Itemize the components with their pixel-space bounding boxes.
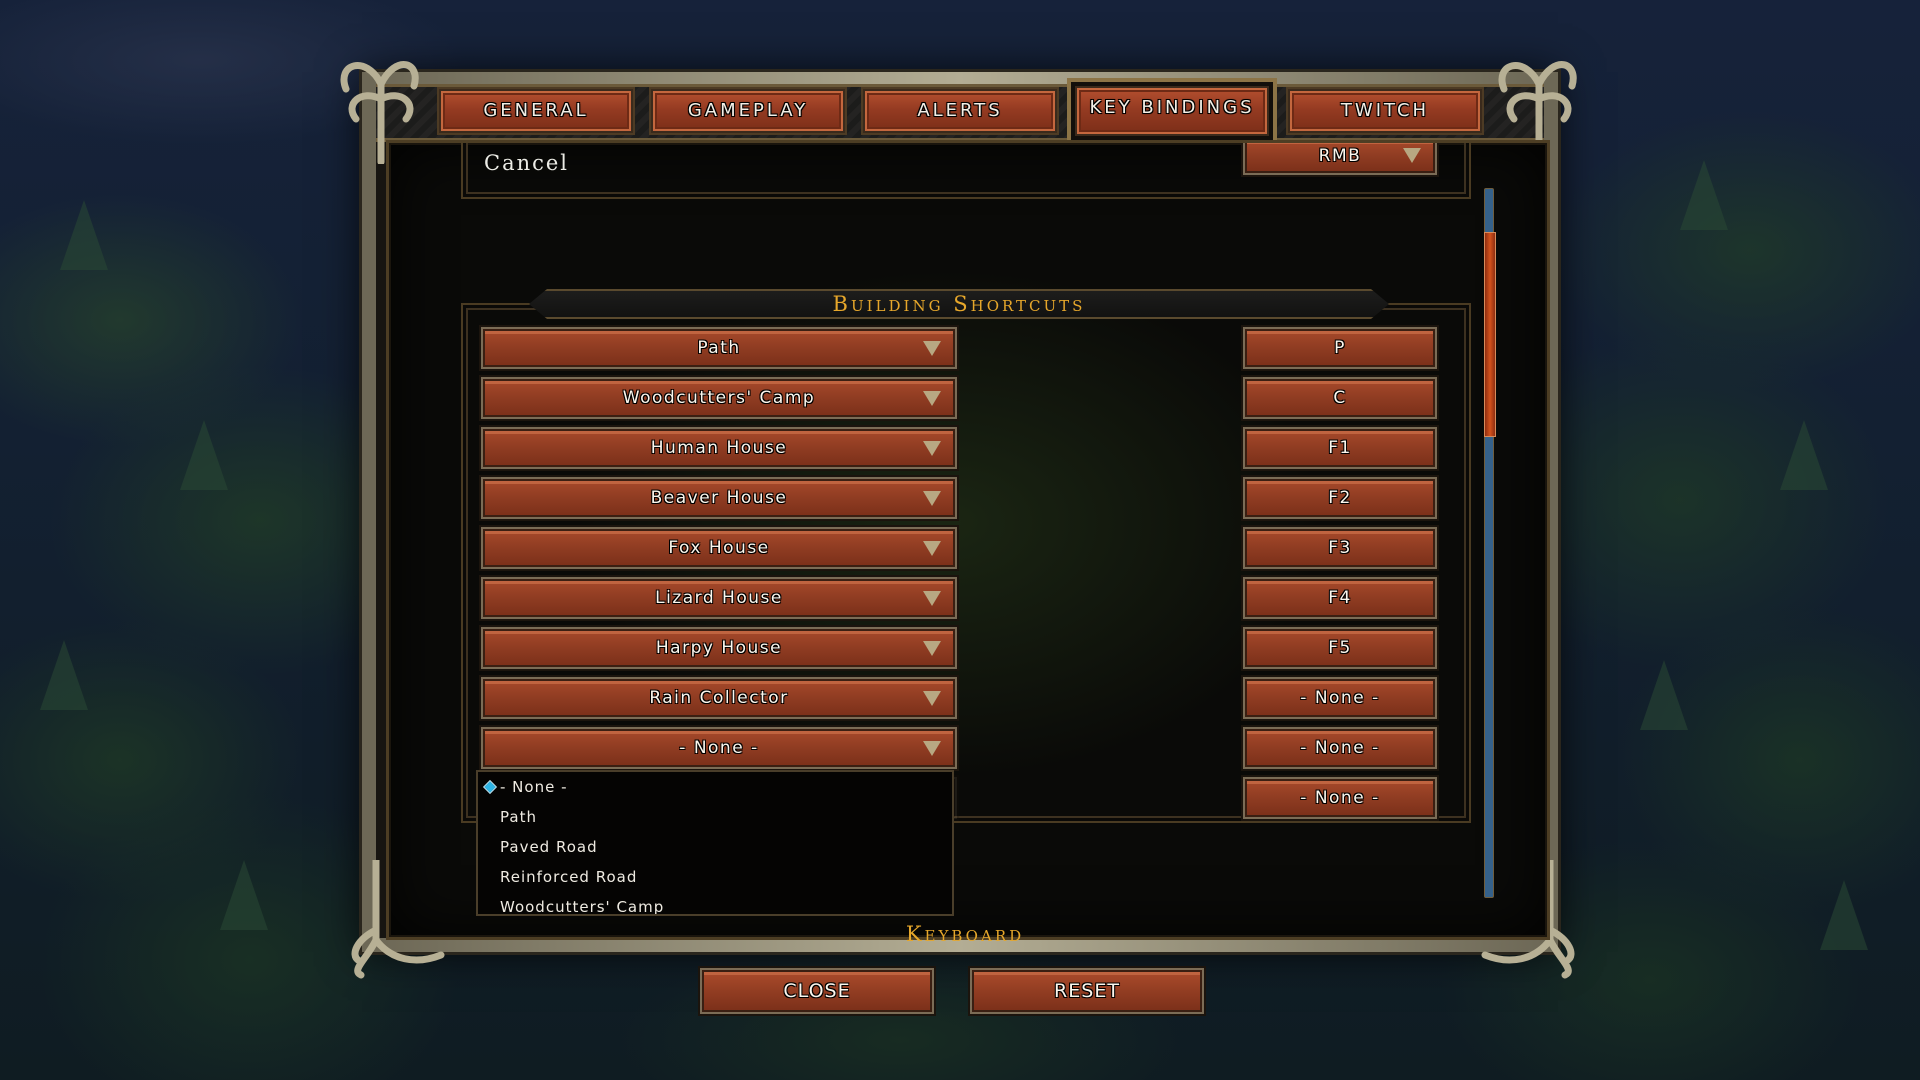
- key-binding-value: - None -: [1300, 788, 1380, 808]
- key-binding-value: C: [1333, 388, 1347, 408]
- building-select-dropdown[interactable]: Beaver House: [481, 477, 957, 519]
- chevron-down-icon: [923, 641, 941, 656]
- scrollbar-track[interactable]: [1484, 188, 1496, 898]
- key-binding-button[interactable]: - None -: [1243, 727, 1437, 769]
- building-select-dropdown[interactable]: Human House: [481, 427, 957, 469]
- building-dropdown-list[interactable]: - None - Path Paved Road Reinforced Road…: [476, 770, 954, 916]
- close-button[interactable]: CLOSE: [700, 968, 934, 1014]
- selected-diamond-icon: [482, 779, 498, 795]
- key-binding-value: F3: [1328, 538, 1352, 558]
- chevron-down-icon: [923, 491, 941, 506]
- building-select-value: Harpy House: [655, 638, 783, 658]
- chevron-down-icon: [923, 741, 941, 756]
- building-select-dropdown[interactable]: - None -: [481, 727, 957, 769]
- building-select-value: - None -: [679, 738, 759, 758]
- building-select-dropdown[interactable]: Woodcutters' Camp: [481, 377, 957, 419]
- dropdown-option[interactable]: Woodcutters' Camp: [478, 892, 952, 914]
- key-binding-button[interactable]: F1: [1243, 427, 1437, 469]
- building-select-value: Path: [697, 338, 741, 358]
- tree-decoration: [180, 420, 228, 490]
- cancel-binding-label: Cancel: [484, 151, 570, 175]
- tree-decoration: [220, 860, 268, 930]
- tree-decoration: [1680, 160, 1728, 230]
- chevron-down-icon: [923, 691, 941, 706]
- cancel-key-value: RMB: [1318, 146, 1362, 166]
- keyboard-section-title: Keyboard: [905, 924, 1025, 942]
- key-binding-value: F5: [1328, 638, 1352, 658]
- key-binding-button[interactable]: F2: [1243, 477, 1437, 519]
- building-select-dropdown[interactable]: Harpy House: [481, 627, 957, 669]
- tab-twitch[interactable]: TWITCH: [1288, 89, 1482, 133]
- tab-alerts[interactable]: ALERTS: [863, 89, 1057, 133]
- key-binding-button[interactable]: P: [1243, 327, 1437, 369]
- building-select-dropdown[interactable]: Lizard House: [481, 577, 957, 619]
- tree-decoration: [60, 200, 108, 270]
- building-select-value: Human House: [650, 438, 788, 458]
- key-binding-button[interactable]: C: [1243, 377, 1437, 419]
- key-binding-button[interactable]: F5: [1243, 627, 1437, 669]
- cancel-key-button[interactable]: RMB: [1243, 143, 1437, 175]
- key-binding-button[interactable]: F3: [1243, 527, 1437, 569]
- reset-button[interactable]: RESET: [970, 968, 1204, 1014]
- tree-decoration: [1780, 420, 1828, 490]
- dropdown-option[interactable]: Paved Road: [478, 832, 952, 862]
- tree-decoration: [40, 640, 88, 710]
- building-select-value: Beaver House: [650, 488, 788, 508]
- building-select-value: Fox House: [668, 538, 770, 558]
- key-binding-value: P: [1334, 338, 1346, 358]
- chevron-down-icon: [1403, 148, 1421, 163]
- tab-general[interactable]: GENERAL: [439, 89, 633, 133]
- tab-gameplay[interactable]: GAMEPLAY: [651, 89, 845, 133]
- building-select-dropdown[interactable]: Path: [481, 327, 957, 369]
- building-select-value: Woodcutters' Camp: [622, 388, 816, 408]
- chevron-down-icon: [923, 441, 941, 456]
- keyboard-section-header: Keyboard: [520, 924, 1410, 942]
- key-binding-button[interactable]: - None -: [1243, 677, 1437, 719]
- key-binding-value: F1: [1328, 438, 1352, 458]
- key-binding-value: - None -: [1300, 688, 1380, 708]
- key-binding-value: - None -: [1300, 738, 1380, 758]
- chevron-down-icon: [923, 591, 941, 606]
- key-binding-button[interactable]: - None -: [1243, 777, 1437, 819]
- building-shortcuts-title: Building Shortcuts: [832, 292, 1086, 316]
- scrollbar-thumb[interactable]: [1484, 231, 1496, 438]
- dropdown-option[interactable]: Reinforced Road: [478, 862, 952, 892]
- chevron-down-icon: [923, 541, 941, 556]
- key-binding-value: F4: [1328, 588, 1352, 608]
- dropdown-option[interactable]: - None -: [478, 772, 952, 802]
- building-select-value: Rain Collector: [649, 688, 789, 708]
- building-select-dropdown[interactable]: Fox House: [481, 527, 957, 569]
- key-binding-button[interactable]: F4: [1243, 577, 1437, 619]
- dropdown-option[interactable]: Path: [478, 802, 952, 832]
- key-binding-value: F2: [1328, 488, 1352, 508]
- tree-decoration: [1640, 660, 1688, 730]
- chevron-down-icon: [923, 341, 941, 356]
- tab-key-bindings[interactable]: KEY BINDINGS: [1075, 86, 1269, 136]
- building-select-value: Lizard House: [655, 588, 783, 608]
- building-select-dropdown[interactable]: Rain Collector: [481, 677, 957, 719]
- chevron-down-icon: [923, 391, 941, 406]
- tree-decoration: [1820, 880, 1868, 950]
